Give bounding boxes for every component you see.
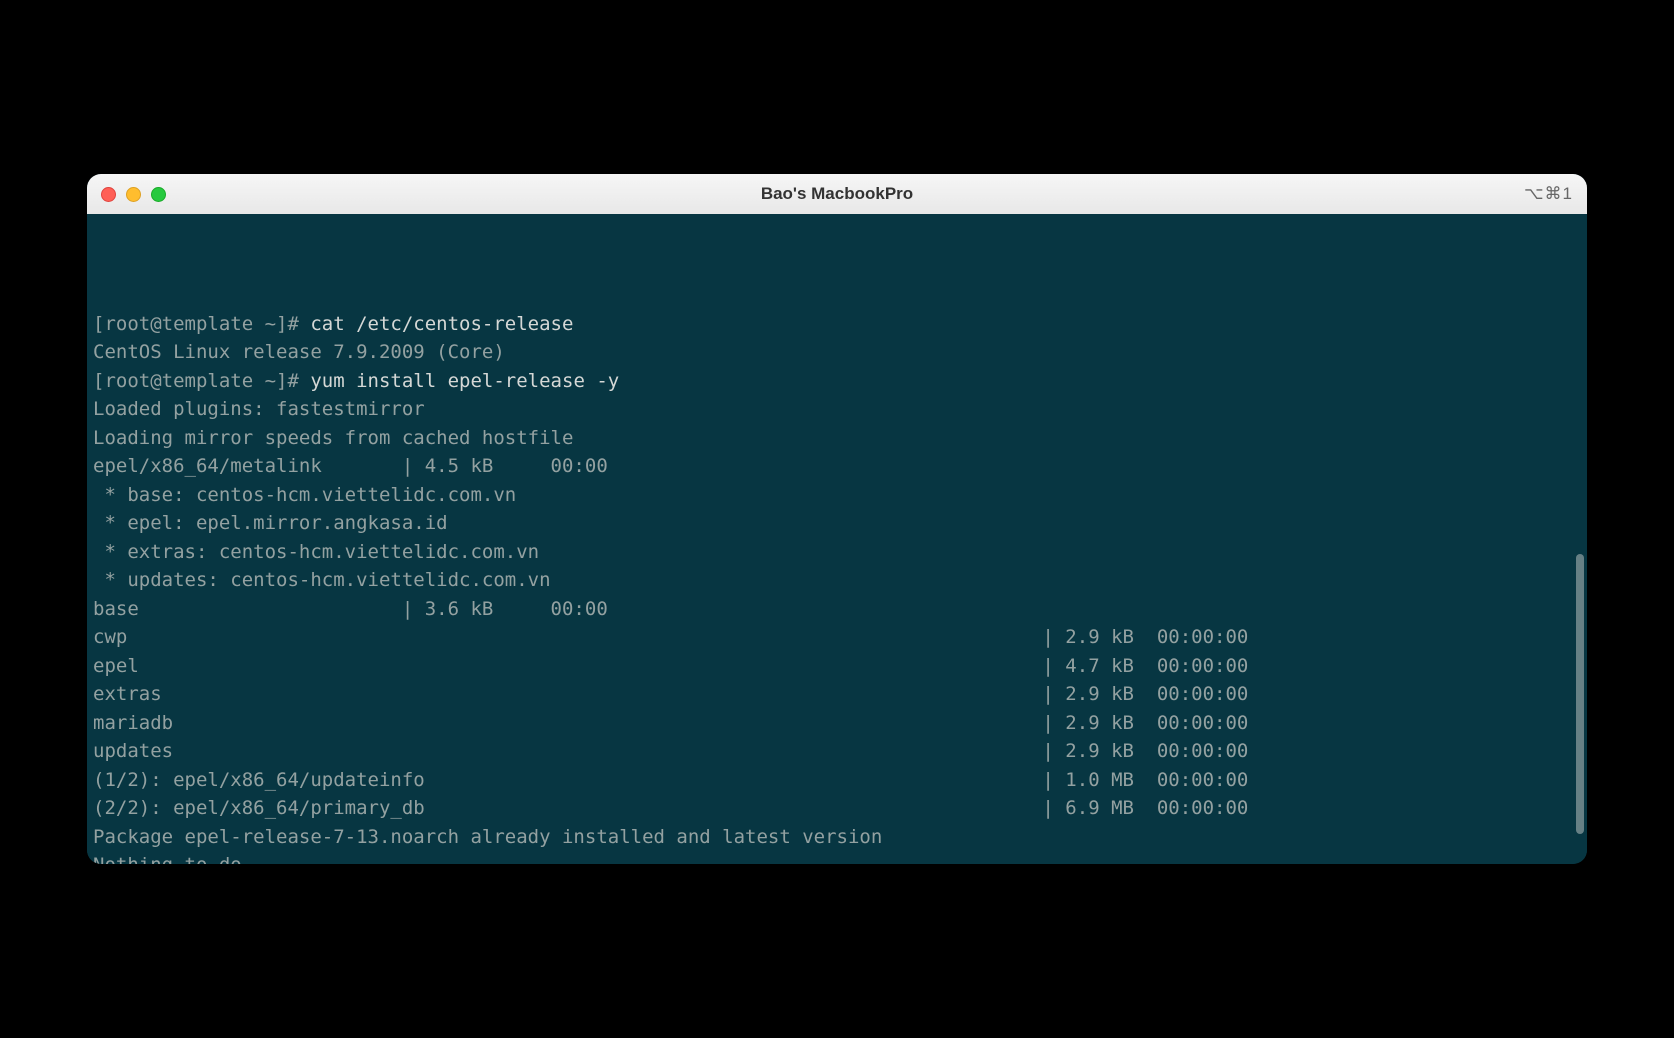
terminal-output-line: CentOS Linux release 7.9.2009 (Core) xyxy=(93,338,1581,367)
terminal-output-line: mariadb | 2.9 kB 00:00:00 xyxy=(93,709,1581,738)
shell-prompt: [root@template ~]# xyxy=(93,370,310,392)
terminal-output-line: * epel: epel.mirror.angkasa.id xyxy=(93,509,1581,538)
terminal-output-line: Loaded plugins: fastestmirror xyxy=(93,395,1581,424)
shell-output: Loaded plugins: fastestmirror xyxy=(93,398,425,420)
terminal-output-line: (2/2): epel/x86_64/primary_db | 6.9 MB 0… xyxy=(93,794,1581,823)
titlebar: Bao's MacbookPro ⌥⌘1 xyxy=(87,174,1587,214)
terminal-output-line: extras | 2.9 kB 00:00:00 xyxy=(93,680,1581,709)
zoom-button[interactable] xyxy=(151,187,166,202)
shell-command: yum install epel-release -y xyxy=(310,370,619,392)
shell-command: cat /etc/centos-release xyxy=(310,313,573,335)
shell-output: * updates: centos-hcm.viettelidc.com.vn xyxy=(93,569,551,591)
terminal-output-line: * updates: centos-hcm.viettelidc.com.vn xyxy=(93,566,1581,595)
shell-output: updates | 2.9 kB 00:00:00 xyxy=(93,740,1248,762)
shell-prompt: [root@template ~]# xyxy=(93,313,310,335)
terminal-output-line: base | 3.6 kB 00:00 xyxy=(93,595,1581,624)
terminal-window: Bao's MacbookPro ⌥⌘1 [root@template ~]# … xyxy=(87,174,1587,864)
terminal-output-line: updates | 2.9 kB 00:00:00 xyxy=(93,737,1581,766)
terminal-output-line: epel | 4.7 kB 00:00:00 xyxy=(93,652,1581,681)
shell-output: base | 3.6 kB 00:00 xyxy=(93,598,608,620)
traffic-lights xyxy=(101,187,166,202)
terminal-output-line: * base: centos-hcm.viettelidc.com.vn xyxy=(93,481,1581,510)
terminal-output-line: cwp | 2.9 kB 00:00:00 xyxy=(93,623,1581,652)
minimize-button[interactable] xyxy=(126,187,141,202)
scrollbar-thumb[interactable] xyxy=(1576,554,1584,834)
shell-output: cwp | 2.9 kB 00:00:00 xyxy=(93,626,1248,648)
tab-indicator: ⌥⌘1 xyxy=(1524,184,1573,204)
terminal-command-line: [root@template ~]# yum install epel-rele… xyxy=(93,367,1581,396)
shell-output: * base: centos-hcm.viettelidc.com.vn xyxy=(93,484,516,506)
shell-output: Loading mirror speeds from cached hostfi… xyxy=(93,427,573,449)
shell-output: * epel: epel.mirror.angkasa.id xyxy=(93,512,448,534)
terminal-output-line: epel/x86_64/metalink | 4.5 kB 00:00 xyxy=(93,452,1581,481)
shell-output: CentOS Linux release 7.9.2009 (Core) xyxy=(93,341,505,363)
shell-output: (1/2): epel/x86_64/updateinfo | 1.0 MB 0… xyxy=(93,769,1248,791)
shell-output: Nothing to do xyxy=(93,854,242,864)
window-title: Bao's MacbookPro xyxy=(87,184,1587,204)
terminal-output-line: Nothing to do xyxy=(93,851,1581,864)
terminal-command-line: [root@template ~]# cat /etc/centos-relea… xyxy=(93,310,1581,339)
terminal-output-line: Loading mirror speeds from cached hostfi… xyxy=(93,424,1581,453)
shell-output: * extras: centos-hcm.viettelidc.com.vn xyxy=(93,541,539,563)
terminal-viewport[interactable]: [root@template ~]# cat /etc/centos-relea… xyxy=(87,214,1587,864)
terminal-output-line: (1/2): epel/x86_64/updateinfo | 1.0 MB 0… xyxy=(93,766,1581,795)
terminal-output-line: Package epel-release-7-13.noarch already… xyxy=(93,823,1581,852)
shell-output: epel | 4.7 kB 00:00:00 xyxy=(93,655,1248,677)
shell-output: extras | 2.9 kB 00:00:00 xyxy=(93,683,1248,705)
shell-output: (2/2): epel/x86_64/primary_db | 6.9 MB 0… xyxy=(93,797,1248,819)
shell-output: epel/x86_64/metalink | 4.5 kB 00:00 xyxy=(93,455,608,477)
terminal-output-line: * extras: centos-hcm.viettelidc.com.vn xyxy=(93,538,1581,567)
shell-output: mariadb | 2.9 kB 00:00:00 xyxy=(93,712,1248,734)
shell-output: Package epel-release-7-13.noarch already… xyxy=(93,826,882,848)
close-button[interactable] xyxy=(101,187,116,202)
